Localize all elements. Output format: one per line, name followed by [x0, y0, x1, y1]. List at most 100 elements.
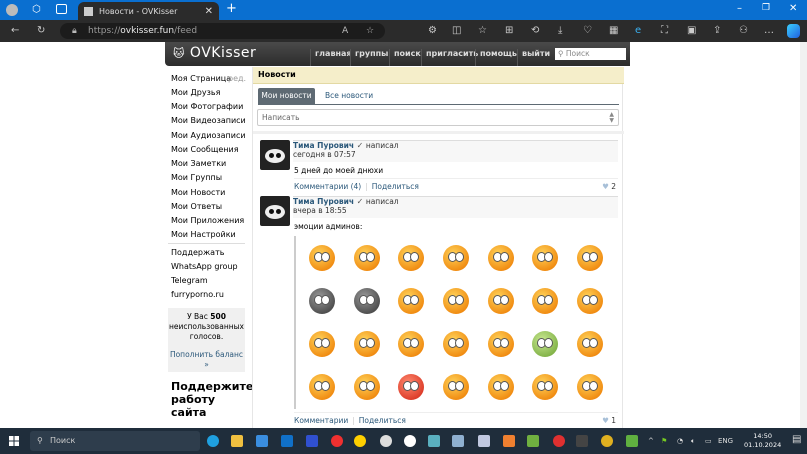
app-icon[interactable] — [626, 435, 638, 447]
close-window-button[interactable]: ✕ — [789, 3, 797, 14]
extensions-icon[interactable]: ⚙ — [428, 25, 437, 36]
edge-icon[interactable] — [207, 435, 219, 447]
sidebar-icon[interactable]: ▣ — [687, 25, 696, 36]
workspaces-icon[interactable]: ⬡ — [32, 4, 41, 15]
downloads-icon[interactable]: ⤓ — [558, 25, 562, 36]
yandex-market-icon[interactable] — [354, 435, 366, 447]
address-bar[interactable]: 🔒︎ https://ovkisser.fun/feed A ☆ — [60, 23, 385, 39]
back-icon[interactable]: ← — [11, 25, 19, 36]
tab-actions-icon[interactable] — [56, 4, 67, 14]
split-screen-icon[interactable]: ◫ — [452, 25, 461, 36]
app-icon[interactable] — [306, 435, 318, 447]
tray-flag-icon[interactable]: ⚑ — [661, 437, 667, 445]
more-icon[interactable]: … — [764, 25, 774, 36]
restore-button[interactable]: ❐ — [762, 3, 770, 13]
sidebar-friends[interactable]: Мои Друзья — [171, 88, 220, 97]
sidebar-answers[interactable]: Мои Ответы — [171, 202, 222, 211]
sidebar-apps[interactable]: Мои Приложения — [171, 216, 244, 225]
explorer-icon[interactable] — [231, 435, 243, 447]
sidebar-link-external[interactable]: furryporno.ru — [171, 290, 224, 299]
profile-icon[interactable] — [6, 4, 18, 16]
ie-mode-icon[interactable]: e — [635, 25, 641, 36]
sidebar-photos[interactable]: Мои Фотографии — [171, 102, 243, 111]
tab-my-news[interactable]: Мои новости — [258, 88, 315, 104]
sidebar-my-page[interactable]: Моя Страница — [171, 74, 231, 83]
refresh-icon[interactable]: ↻ — [37, 25, 45, 36]
store-icon[interactable] — [256, 435, 268, 447]
sidebar-link-telegram[interactable]: Telegram — [171, 276, 208, 285]
post-time[interactable]: сегодня в 07:57 — [293, 150, 356, 159]
tab-all-news[interactable]: Все новости — [325, 88, 373, 104]
app-icon[interactable] — [428, 435, 440, 447]
avatar[interactable] — [260, 140, 290, 170]
wps-icon[interactable] — [553, 435, 565, 447]
site-search-input[interactable]: ⚲ Поиск — [555, 48, 626, 60]
chrome-icon[interactable] — [601, 435, 613, 447]
nav-invite[interactable]: пригласить — [421, 49, 478, 66]
battery-icon[interactable]: ▭ — [705, 437, 712, 445]
nav-groups[interactable]: группы — [350, 49, 388, 66]
nav-home[interactable]: главная — [310, 49, 352, 66]
outlook-icon[interactable] — [281, 435, 293, 447]
screenshot-icon[interactable]: ⛶ — [661, 25, 668, 36]
sublime-icon[interactable] — [576, 435, 588, 447]
like-button[interactable]: ♥ 1 — [602, 416, 616, 425]
comments-link[interactable]: Комментарии (4) — [294, 182, 361, 191]
yandex-icon[interactable] — [331, 435, 343, 447]
new-tab-button[interactable]: + — [226, 1, 237, 16]
sidebar-notes[interactable]: Мои Заметки — [171, 159, 226, 168]
share-link[interactable]: Поделиться — [372, 182, 419, 191]
paint-icon[interactable] — [452, 435, 464, 447]
collections-icon[interactable]: ⊞ — [505, 25, 513, 36]
nav-search[interactable]: поиск — [389, 49, 421, 66]
wifi-icon[interactable]: ◔ — [677, 437, 683, 445]
favorite-icon[interactable]: ☆ — [366, 26, 374, 36]
favorites-icon[interactable]: ☆ — [478, 25, 487, 36]
page-scrollbar[interactable] — [800, 42, 807, 428]
like-button[interactable]: ♥ 2 — [602, 182, 616, 191]
share-icon[interactable]: ⇪ — [713, 25, 721, 36]
sidebar-link-donate[interactable]: Поддержать — [171, 248, 224, 257]
browser-essentials-icon[interactable]: ♡ — [583, 25, 592, 36]
topup-link[interactable]: Пополнить баланс » — [168, 350, 245, 370]
post-author[interactable]: Тима Пурович — [293, 197, 354, 206]
avatar[interactable] — [260, 196, 290, 226]
edit-link[interactable]: ред. — [228, 74, 246, 83]
performance-icon[interactable]: ⚇ — [739, 25, 748, 36]
site-logo[interactable]: 🐱︎ OVKisser — [173, 45, 256, 61]
app-icon[interactable] — [478, 435, 490, 447]
history-icon[interactable]: ⟲ — [531, 25, 539, 36]
start-button[interactable] — [9, 436, 19, 446]
settings-icon[interactable] — [380, 435, 392, 447]
sidebar-news[interactable]: Мои Новости — [171, 188, 225, 197]
clock[interactable]: 14:5001.10.2024 — [744, 432, 781, 450]
post-time[interactable]: вчера в 18:55 — [293, 206, 347, 215]
taskbar-search[interactable]: ⚲Поиск — [30, 431, 200, 451]
yandex-browser-icon[interactable] — [404, 435, 416, 447]
close-tab-icon[interactable]: ✕ — [205, 6, 213, 17]
share-link[interactable]: Поделиться — [359, 416, 406, 425]
app-icon[interactable] — [503, 435, 515, 447]
nav-logout[interactable]: выйти — [517, 49, 550, 66]
copilot-icon[interactable] — [787, 24, 800, 38]
sidebar-settings[interactable]: Мои Настройки — [171, 230, 236, 239]
sidebar-videos[interactable]: Мои Видеозаписи — [171, 116, 246, 125]
emoji-image[interactable] — [294, 236, 616, 409]
tray-overflow-icon[interactable]: ^ — [648, 437, 654, 445]
language-indicator[interactable]: ENG — [718, 437, 733, 445]
apps-icon[interactable]: ▦ — [609, 25, 618, 36]
nav-help[interactable]: помощь — [475, 49, 517, 66]
browser-tab-active[interactable]: Новости - OVKisser ✕ — [78, 2, 219, 20]
sidebar-link-whatsapp[interactable]: WhatsApp group — [171, 262, 238, 271]
post-author[interactable]: Тима Пурович — [293, 141, 354, 150]
comments-link[interactable]: Комментарии — [294, 416, 348, 425]
read-aloud-icon[interactable]: A — [342, 26, 348, 36]
app-icon[interactable] — [527, 435, 539, 447]
sidebar-audio[interactable]: Мои Аудиозаписи — [171, 131, 246, 140]
volume-icon[interactable]: 🔈︎ — [691, 437, 695, 446]
sidebar-messages[interactable]: Мои Сообщения — [171, 145, 239, 154]
notifications-icon[interactable]: ▤ — [792, 434, 801, 445]
write-post-input[interactable]: Написать▲▼ — [257, 109, 619, 126]
minimize-button[interactable]: – — [737, 3, 742, 14]
sidebar-groups[interactable]: Мои Группы — [171, 173, 222, 182]
